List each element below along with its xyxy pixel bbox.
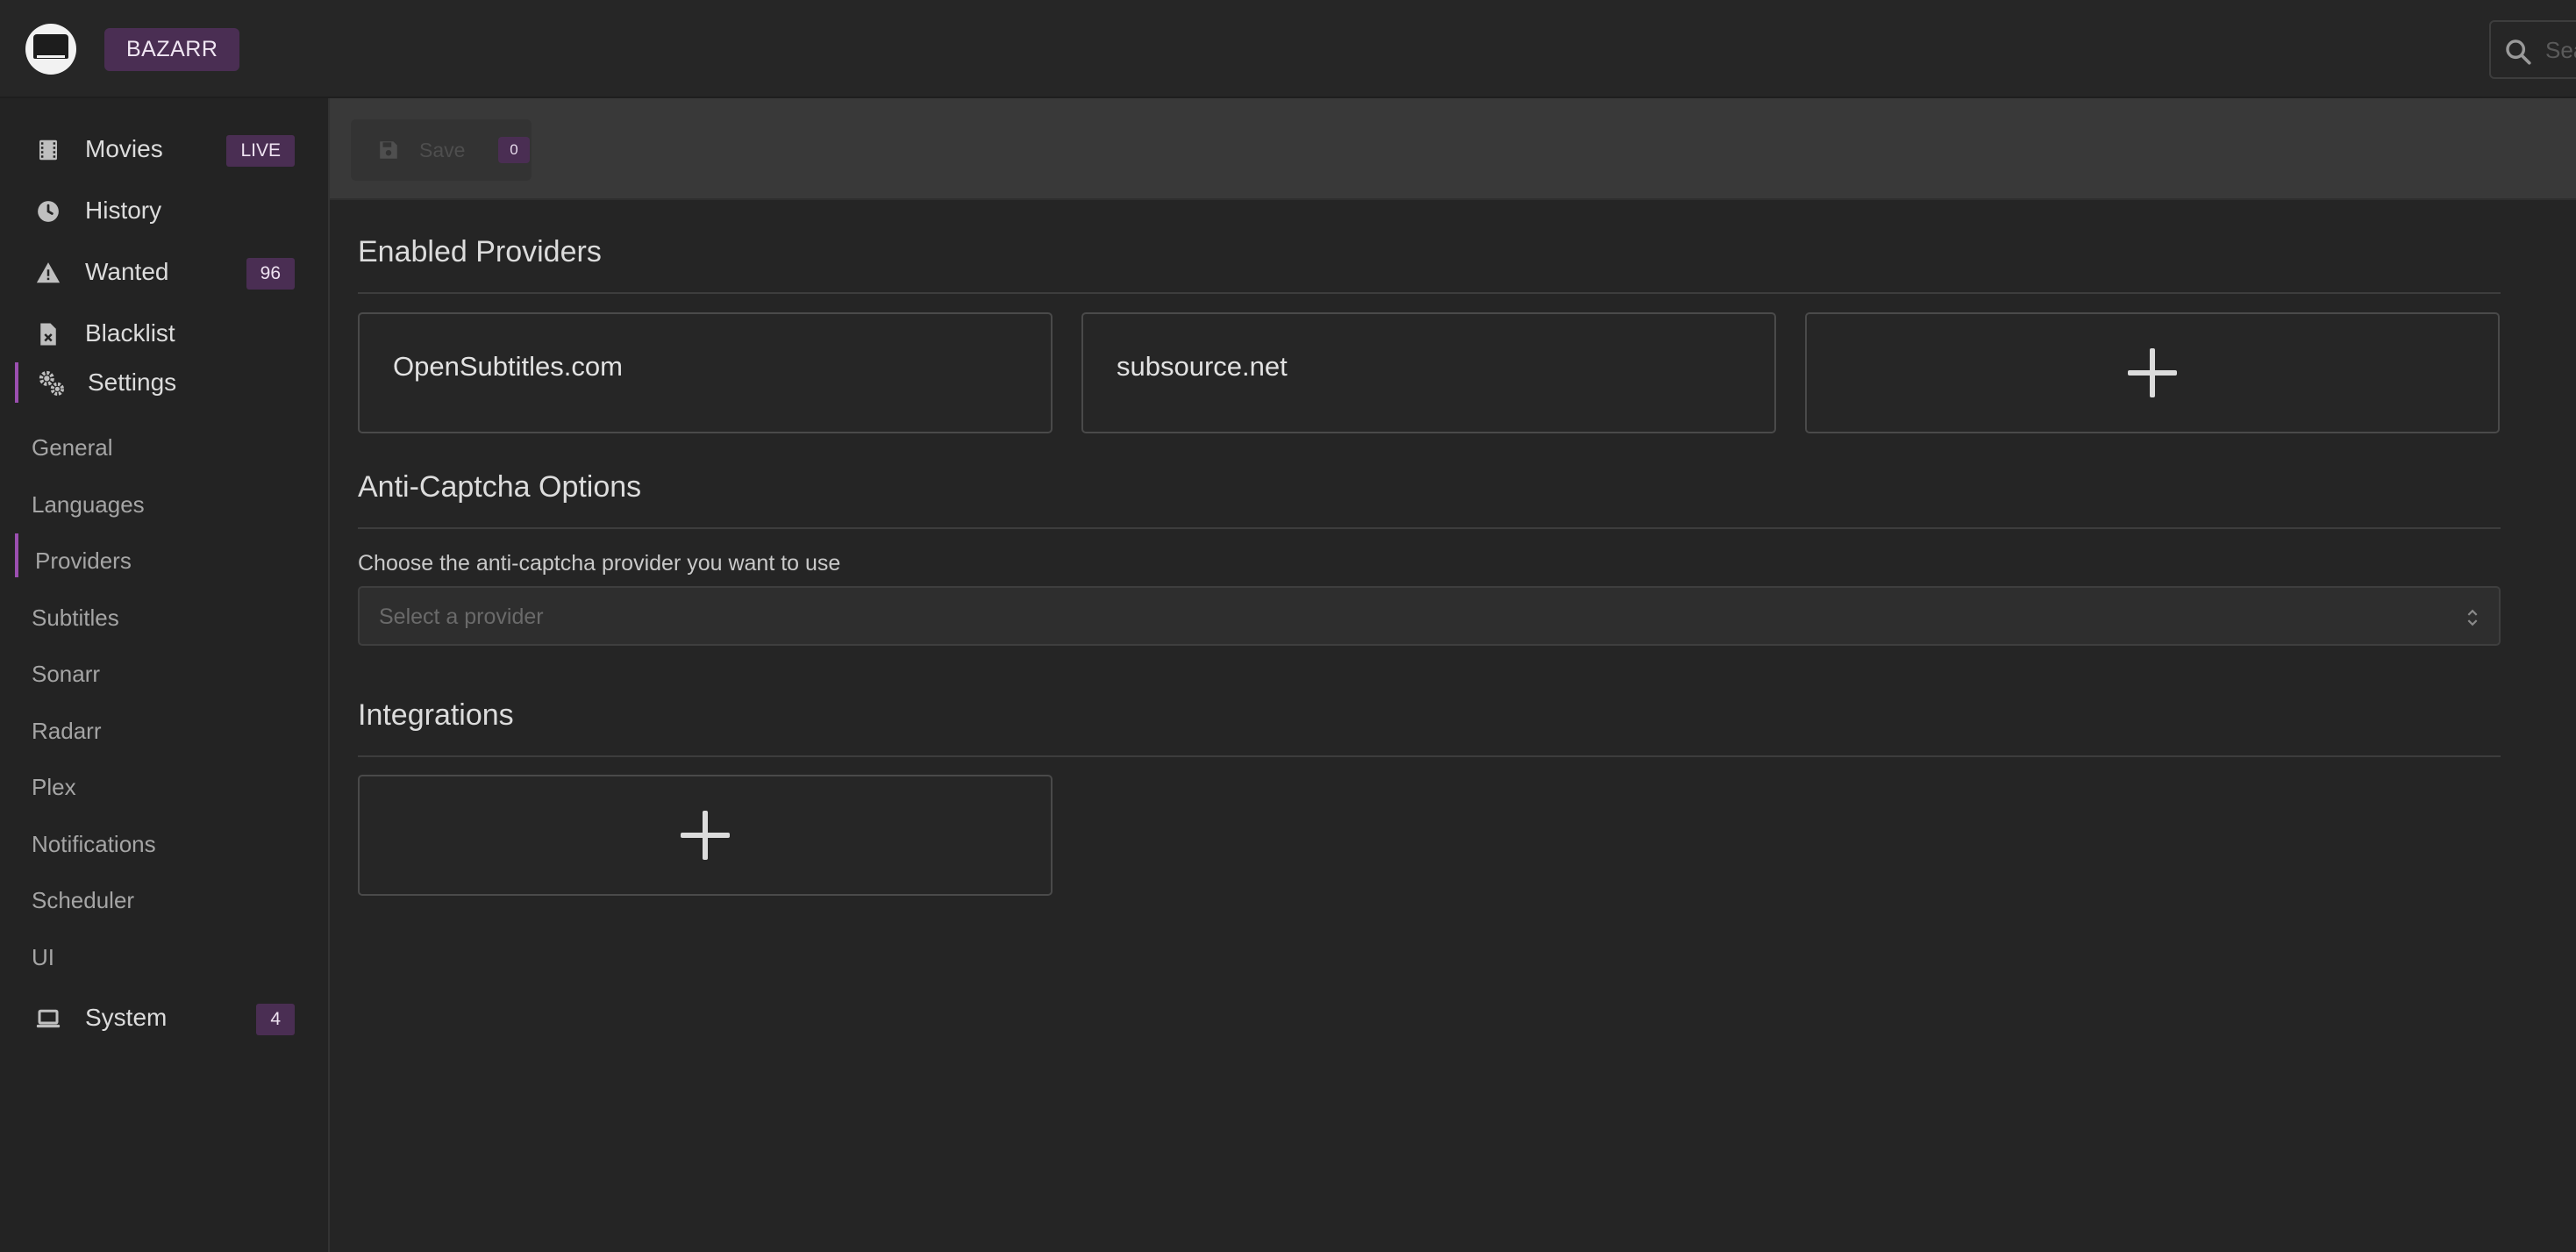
floppy-disk-icon — [380, 141, 397, 159]
sidebar-item-settings[interactable]: Settings — [0, 356, 328, 409]
sidebar-item-history[interactable]: History — [0, 184, 328, 237]
add-provider-button[interactable] — [1805, 312, 2500, 433]
file-x-icon — [40, 323, 56, 346]
section-divider — [358, 527, 2501, 529]
anticaptcha-label: Choose the anti-captcha provider you wan… — [358, 551, 841, 576]
settings-sub-scheduler[interactable]: Scheduler — [32, 887, 134, 914]
search-box[interactable] — [2489, 20, 2576, 79]
sidebar-item-label: System — [85, 1004, 168, 1031]
sidebar: Movies LIVE History Wanted 96 Blacklist — [0, 98, 330, 1252]
provider-name: subsource.net — [1117, 351, 1288, 382]
brand-badge[interactable]: BAZARR — [104, 28, 240, 71]
section-divider — [358, 292, 2501, 294]
settings-sub-radarr[interactable]: Radarr — [32, 718, 101, 745]
cogs-icon — [39, 370, 65, 397]
search-input[interactable] — [2545, 34, 2576, 66]
pending-changes-badge: 0 — [498, 137, 530, 163]
laptop-icon — [36, 1009, 61, 1028]
settings-sub-notifications[interactable]: Notifications — [32, 831, 156, 858]
bazarr-logo-icon[interactable] — [25, 24, 76, 75]
settings-sub-plex[interactable]: Plex — [32, 774, 76, 801]
sidebar-item-label: Movies — [85, 135, 163, 162]
settings-sub-providers[interactable]: Providers — [35, 547, 132, 575]
wanted-count-badge: 96 — [246, 258, 295, 290]
live-badge: LIVE — [226, 135, 295, 167]
toolbar: Save 0 — [330, 98, 2576, 200]
provider-card-subsource[interactable]: subsource.net — [1081, 312, 1776, 433]
settings-sub-ui[interactable]: UI — [32, 944, 54, 971]
chevron-up-down-icon — [2467, 609, 2478, 626]
search-icon — [2506, 39, 2531, 65]
clock-icon — [38, 201, 59, 222]
save-button[interactable]: Save 0 — [351, 119, 532, 181]
save-label: Save — [419, 139, 466, 161]
sidebar-item-system[interactable]: System 4 — [0, 991, 328, 1044]
enabled-providers-title: Enabled Providers — [358, 235, 602, 268]
settings-sub-sonarr[interactable]: Sonarr — [32, 661, 100, 688]
sidebar-item-label: Wanted — [85, 258, 169, 285]
plus-icon — [2128, 348, 2177, 397]
anticaptcha-provider-select[interactable]: Select a provider — [358, 586, 2501, 646]
select-placeholder: Select a provider — [379, 605, 544, 629]
active-sub-indicator — [15, 533, 18, 577]
provider-card-opensubtitles[interactable]: OpenSubtitles.com — [358, 312, 1053, 433]
sidebar-item-label: History — [85, 197, 162, 224]
add-integration-button[interactable] — [358, 775, 1053, 896]
sidebar-item-label: Settings — [88, 368, 177, 396]
settings-sub-languages[interactable]: Languages — [32, 491, 145, 519]
film-icon — [39, 140, 57, 161]
provider-name: OpenSubtitles.com — [393, 351, 623, 382]
sidebar-item-wanted[interactable]: Wanted 96 — [0, 246, 328, 298]
settings-sub-subtitles[interactable]: Subtitles — [32, 605, 119, 632]
sidebar-item-blacklist[interactable]: Blacklist — [0, 307, 328, 360]
sidebar-item-movies[interactable]: Movies LIVE — [0, 123, 328, 175]
system-count-badge: 4 — [256, 1004, 295, 1035]
warning-icon — [36, 262, 61, 283]
anticaptcha-title: Anti-Captcha Options — [358, 470, 642, 504]
integrations-title: Integrations — [358, 698, 514, 732]
section-divider — [358, 755, 2501, 757]
settings-sub-general[interactable]: General — [32, 434, 113, 461]
app-header: BAZARR — [0, 0, 2576, 98]
sidebar-item-label: Blacklist — [85, 319, 175, 347]
plus-icon — [681, 811, 730, 860]
